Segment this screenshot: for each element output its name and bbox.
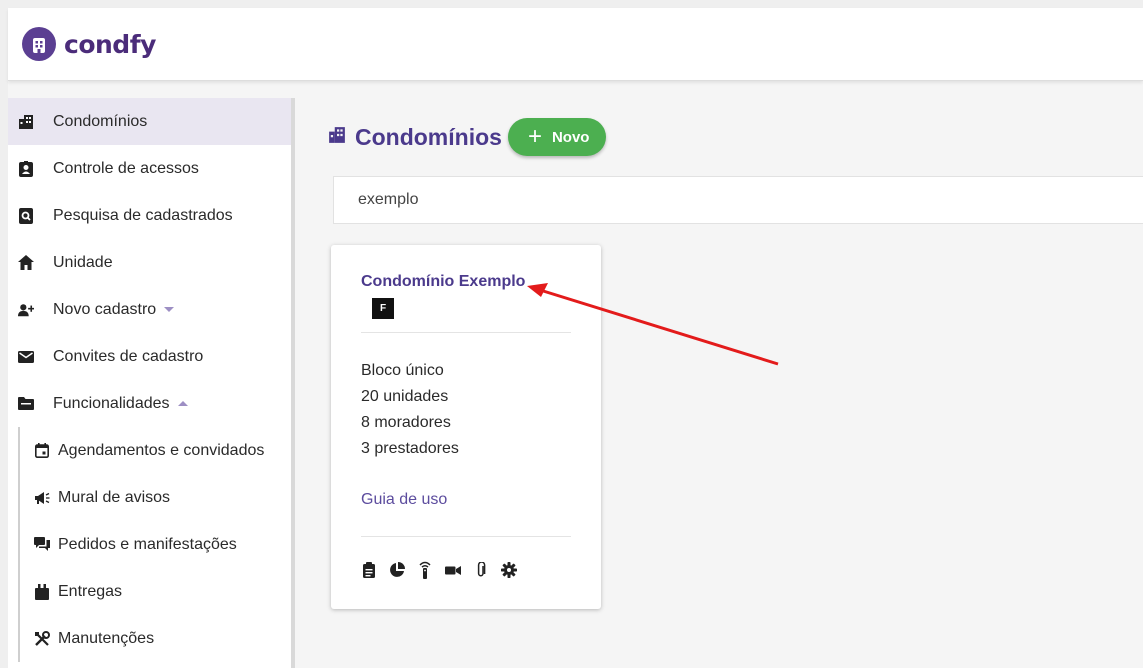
paperclip-icon[interactable] bbox=[473, 561, 489, 579]
sidebar-item-convites-de-cadastro[interactable]: Convites de cadastro bbox=[8, 333, 291, 380]
sidebar-item-pesquisa-de-cadastrados[interactable]: Pesquisa de cadastrados bbox=[8, 192, 291, 239]
sidebar-item-label: Funcionalidades bbox=[53, 394, 170, 412]
sidebar-submenu-funcionalidades: Agendamentos e convidados Mural de aviso… bbox=[18, 427, 291, 662]
sidebar-item-manutencoes[interactable]: Manutenções bbox=[20, 615, 291, 662]
app-window: condfy Condomínios Controle de acessos P… bbox=[8, 8, 1143, 668]
tools-icon bbox=[34, 630, 50, 647]
chevron-up-icon bbox=[177, 401, 188, 406]
video-camera-icon[interactable] bbox=[445, 561, 461, 579]
card-divider bbox=[361, 536, 571, 537]
search-doc-icon bbox=[18, 207, 34, 224]
top-bar: condfy bbox=[8, 8, 1143, 81]
card-actions bbox=[361, 561, 529, 579]
brand-name: condfy bbox=[64, 29, 156, 59]
sidebar-item-funcionalidades[interactable]: Funcionalidades bbox=[8, 380, 291, 427]
condominio-title-link[interactable]: Condomínio Exemplo bbox=[361, 273, 525, 291]
badge-icon bbox=[18, 160, 34, 177]
buildings-icon bbox=[18, 114, 34, 130]
folder-icon bbox=[18, 396, 34, 412]
page-header: Condomínios + Novo bbox=[327, 118, 607, 156]
sidebar-item-entregas[interactable]: Entregas bbox=[20, 568, 291, 615]
sidebar-item-novo-cadastro[interactable]: Novo cadastro bbox=[8, 286, 291, 333]
gear-icon[interactable] bbox=[501, 561, 517, 579]
megaphone-icon bbox=[34, 490, 50, 506]
pie-chart-icon[interactable] bbox=[389, 561, 405, 579]
sidebar-item-pedidos[interactable]: Pedidos e manifestações bbox=[20, 521, 291, 568]
home-icon bbox=[18, 255, 34, 271]
chat-icon bbox=[34, 537, 50, 553]
card-divider bbox=[361, 332, 571, 333]
new-condominio-button[interactable]: + Novo bbox=[507, 118, 607, 156]
search-input-value: exemplo bbox=[358, 191, 419, 208]
calendar-icon bbox=[34, 443, 50, 459]
guide-link[interactable]: Guia de uso bbox=[361, 491, 447, 509]
sidebar-item-label: Controle de acessos bbox=[53, 159, 199, 177]
remote-control-icon[interactable] bbox=[417, 561, 433, 579]
sidebar-item-condominios[interactable]: Condomínios bbox=[8, 98, 291, 145]
search-input[interactable]: exemplo bbox=[333, 176, 1143, 224]
sidebar-item-label: Manutenções bbox=[58, 629, 155, 647]
new-button-label: Novo bbox=[551, 128, 590, 146]
sidebar-item-label: Entregas bbox=[58, 582, 123, 600]
mail-icon bbox=[18, 349, 34, 365]
building-logo-icon bbox=[22, 27, 56, 61]
buildings-icon bbox=[327, 126, 347, 149]
sidebar-item-label: Condomínios bbox=[53, 112, 148, 130]
clipboard-icon[interactable] bbox=[361, 561, 377, 579]
sidebar-item-label: Convites de cadastro bbox=[53, 347, 204, 365]
page-title: Condomínios bbox=[355, 123, 502, 150]
sidebar-item-unidade[interactable]: Unidade bbox=[8, 239, 291, 286]
plus-icon: + bbox=[527, 123, 542, 150]
sidebar-item-label: Agendamentos e convidados bbox=[58, 441, 265, 459]
package-icon bbox=[34, 583, 50, 600]
sidebar-item-label: Pedidos e manifestações bbox=[58, 535, 237, 553]
sidebar-item-agendamentos[interactable]: Agendamentos e convidados bbox=[20, 427, 291, 474]
main-content: Condomínios + Novo exemplo Condomínio Ex… bbox=[295, 80, 1143, 668]
sidebar: Condomínios Controle de acessos Pesquisa… bbox=[8, 98, 295, 668]
sidebar-item-mural-de-avisos[interactable]: Mural de avisos bbox=[20, 474, 291, 521]
sidebar-item-controle-de-acessos[interactable]: Controle de acessos bbox=[8, 145, 291, 192]
condominio-details: Bloco único 20 unidades 8 moradores 3 pr… bbox=[361, 358, 459, 462]
detail-line: 8 moradores bbox=[361, 414, 451, 431]
sidebar-item-label: Mural de avisos bbox=[58, 488, 171, 506]
condominio-card: Condomínio Exemplo F Bloco único 20 unid… bbox=[331, 245, 601, 609]
detail-line: 20 unidades bbox=[361, 388, 449, 405]
detail-line: Bloco único bbox=[361, 362, 444, 379]
chevron-down-icon bbox=[164, 307, 175, 312]
sidebar-item-label: Unidade bbox=[53, 253, 113, 271]
brand-logo[interactable]: condfy bbox=[22, 27, 156, 61]
sidebar-item-label: Pesquisa de cadastrados bbox=[53, 206, 233, 224]
add-user-icon bbox=[18, 302, 34, 318]
sidebar-item-label: Novo cadastro bbox=[53, 300, 157, 318]
detail-line: 3 prestadores bbox=[361, 440, 459, 457]
status-badge: F bbox=[372, 298, 394, 319]
